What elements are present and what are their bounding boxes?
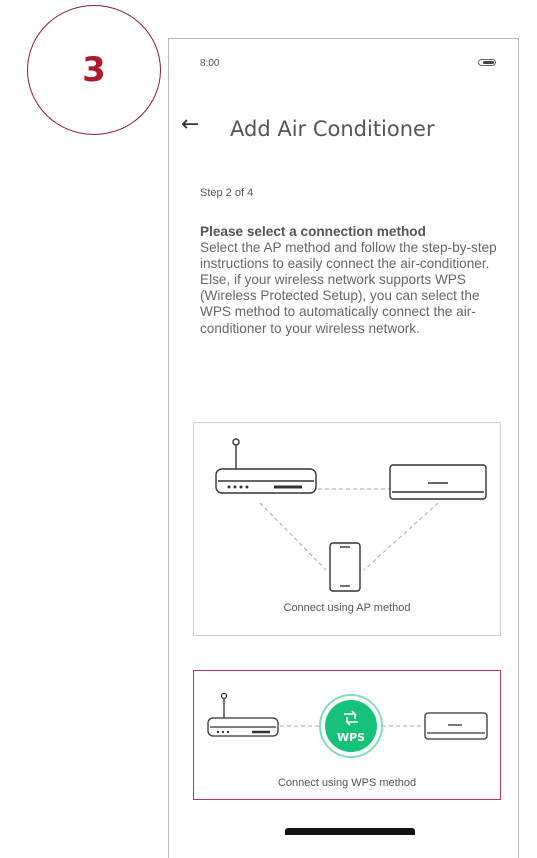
step-number-badge: 3 bbox=[27, 5, 161, 135]
battery-icon bbox=[478, 59, 496, 66]
step-number: 3 bbox=[82, 50, 106, 90]
step-indicator: Step 2 of 4 bbox=[200, 187, 254, 199]
page-title: Add Air Conditioner bbox=[230, 117, 435, 141]
wps-icon: WPS bbox=[319, 694, 383, 758]
smartphone-icon bbox=[329, 542, 361, 592]
wps-method-label: Connect using WPS method bbox=[277, 777, 417, 789]
instructions-heading: Please select a connection method bbox=[200, 224, 426, 239]
ap-method-label: Connect using AP method bbox=[283, 602, 411, 614]
router-icon bbox=[215, 438, 317, 494]
air-conditioner-icon bbox=[424, 712, 488, 740]
instructions-body: Select the AP method and follow the step… bbox=[200, 240, 497, 336]
back-arrow-icon[interactable]: ← bbox=[181, 114, 199, 136]
home-indicator bbox=[285, 828, 415, 835]
air-conditioner-icon bbox=[389, 464, 487, 500]
ap-method-option[interactable]: Connect using AP method bbox=[193, 422, 501, 636]
instructions: Please select a connection method Select… bbox=[200, 224, 512, 337]
wps-badge-text: WPS bbox=[337, 731, 365, 744]
status-time: 8:00 bbox=[200, 58, 220, 69]
router-icon bbox=[207, 692, 279, 737]
wps-method-option[interactable]: WPS Connect using WPS method bbox=[193, 670, 501, 800]
